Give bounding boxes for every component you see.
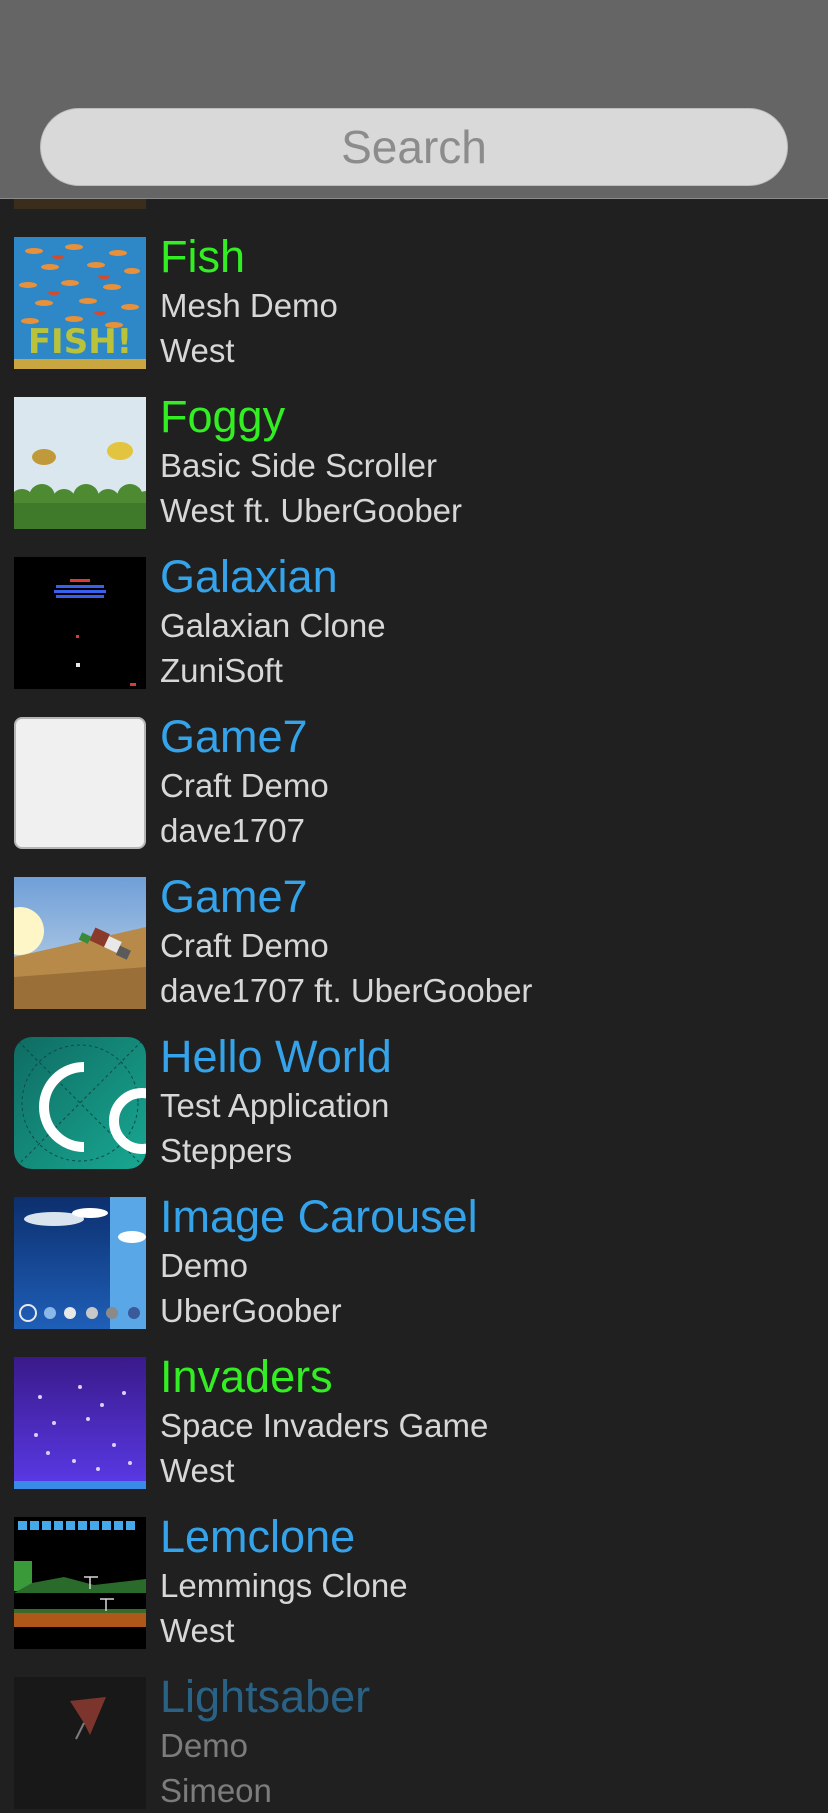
project-author: Simeon — [160, 1772, 272, 1809]
project-subtitle: Galaxian Clone — [160, 607, 386, 644]
project-subtitle: Demo — [160, 1247, 249, 1284]
lightsaber-thumbnail — [14, 1677, 146, 1809]
project-subtitle: Space Invaders Game — [160, 1407, 489, 1444]
project-title: Image Carousel — [160, 1191, 478, 1242]
project-subtitle: Test Application — [160, 1087, 390, 1124]
search-placeholder: Search — [341, 121, 487, 173]
header-bar: Search — [0, 0, 828, 199]
foggy-thumbnail — [14, 397, 146, 529]
project-title: Galaxian — [160, 551, 338, 602]
invaders-thumbnail — [14, 1357, 146, 1489]
project-title: Hello World — [160, 1031, 392, 1082]
project-subtitle: Craft Demo — [160, 767, 329, 804]
project-row-lightsaber[interactable]: Lightsaber Demo Simeon — [0, 1640, 828, 1809]
project-title: Lightsaber — [160, 1671, 371, 1722]
svg-text:FISH!: FISH! — [28, 322, 132, 362]
search-input[interactable]: Search — [40, 108, 788, 186]
project-row-galaxian[interactable]: Galaxian Galaxian Clone ZuniSoft — [0, 520, 828, 689]
craft-thumbnail — [14, 877, 146, 1009]
project-row-game7-craft[interactable]: Game7 Craft Demo dave1707 ft. UberGoober — [0, 840, 828, 1009]
project-list[interactable]: FISH! Fish Mesh Demo West Foggy Basic Si… — [0, 0, 828, 1809]
project-subtitle: Craft Demo — [160, 927, 329, 964]
project-subtitle: Mesh Demo — [160, 287, 338, 324]
project-row-invaders[interactable]: Invaders Space Invaders Game West — [0, 1320, 828, 1489]
project-title: Game7 — [160, 871, 308, 922]
project-title: Lemclone — [160, 1511, 356, 1562]
project-row-lemclone[interactable]: Lemclone Lemmings Clone West — [0, 1480, 828, 1649]
project-subtitle: Basic Side Scroller — [160, 447, 437, 484]
project-title: Foggy — [160, 391, 286, 442]
lemmings-thumbnail — [14, 1517, 146, 1649]
project-row-game7[interactable]: Game7 Craft Demo dave1707 — [0, 680, 828, 849]
galaxian-thumbnail — [14, 557, 146, 689]
fish-thumbnail: FISH! — [14, 237, 146, 369]
project-row-fish[interactable]: FISH! Fish Mesh Demo West — [0, 200, 828, 369]
codea-logo-thumbnail — [14, 1037, 146, 1169]
project-row-foggy[interactable]: Foggy Basic Side Scroller West ft. UberG… — [0, 360, 828, 529]
carousel-thumbnail — [14, 1197, 146, 1329]
blank-thumbnail — [14, 717, 146, 849]
project-subtitle: Demo — [160, 1727, 249, 1764]
project-title: Game7 — [160, 711, 308, 762]
project-title: Fish — [160, 231, 246, 282]
project-title: Invaders — [160, 1351, 333, 1402]
project-row-hello-world[interactable]: Hello World Test Application Steppers — [0, 1000, 828, 1169]
project-subtitle: Lemmings Clone — [160, 1567, 408, 1604]
project-row-image-carousel[interactable]: Image Carousel Demo UberGoober — [0, 1160, 828, 1329]
